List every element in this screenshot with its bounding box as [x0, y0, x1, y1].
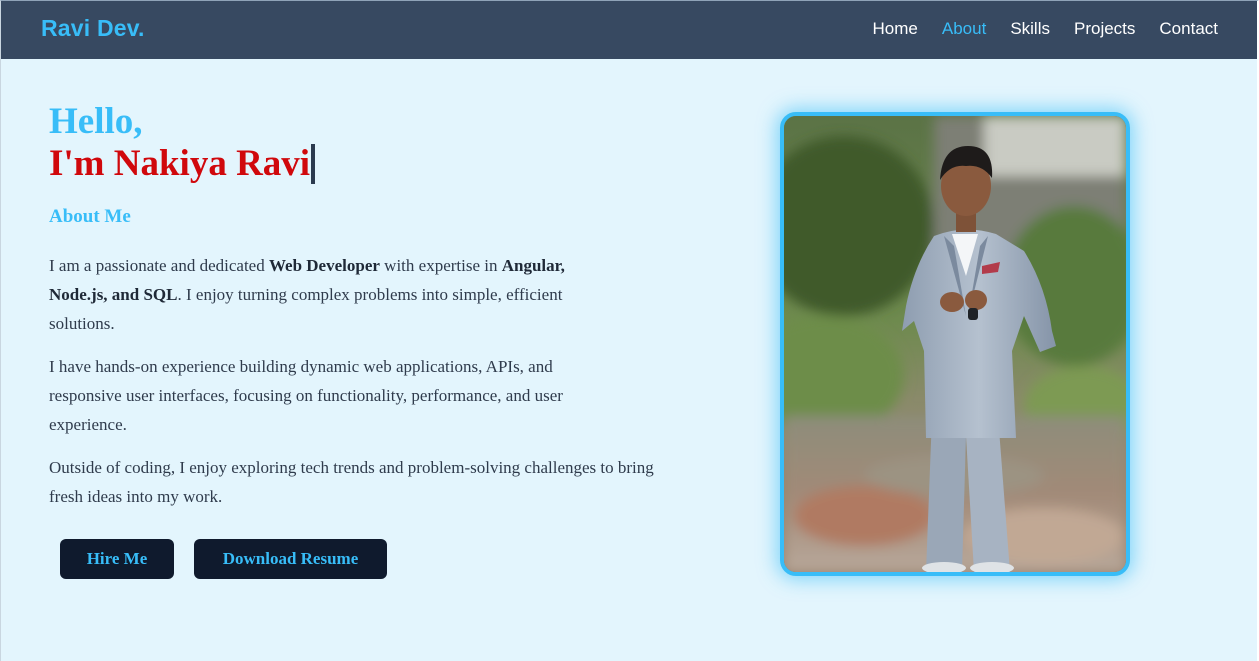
- nav-link-contact[interactable]: Contact: [1159, 19, 1218, 39]
- name-text: I'm Nakiya Ravi: [49, 143, 311, 184]
- hire-me-button[interactable]: Hire Me: [60, 539, 174, 579]
- greeting-heading: Hello,: [49, 101, 143, 142]
- para1-text-1: I am a passionate and dedicated: [49, 256, 269, 275]
- nav-link-home[interactable]: Home: [873, 19, 918, 39]
- nav-link-projects[interactable]: Projects: [1074, 19, 1135, 39]
- profile-photo-illustration: [784, 116, 1126, 572]
- about-heading: About Me: [49, 206, 131, 227]
- typing-cursor: [311, 144, 316, 184]
- about-paragraph-3: Outside of coding, I enjoy exploring tec…: [49, 458, 654, 506]
- page: Ravi Dev. Home About Skills Projects Con…: [0, 0, 1259, 661]
- nav-link-skills[interactable]: Skills: [1010, 19, 1050, 39]
- download-resume-button[interactable]: Download Resume: [194, 539, 387, 579]
- brand-logo[interactable]: Ravi Dev.: [41, 15, 145, 42]
- hero-text: Hello, I'm Nakiya Ravi About Me I am a p…: [49, 101, 659, 511]
- name-heading: I'm Nakiya Ravi: [49, 143, 659, 185]
- profile-photo: [780, 112, 1130, 576]
- hero-buttons: Hire Me Download Resume: [60, 539, 387, 579]
- para1-bold-role: Web Developer: [268, 256, 380, 275]
- nav-link-about[interactable]: About: [942, 19, 986, 39]
- about-paragraph-1: I am a passionate and dedicated Web Deve…: [49, 251, 619, 338]
- nav-links: Home About Skills Projects Contact: [849, 19, 1218, 39]
- navbar: Ravi Dev. Home About Skills Projects Con…: [1, 1, 1257, 59]
- para1-text-2: with expertise in: [379, 256, 502, 275]
- about-paragraph-2: I have hands-on experience building dyna…: [49, 357, 563, 434]
